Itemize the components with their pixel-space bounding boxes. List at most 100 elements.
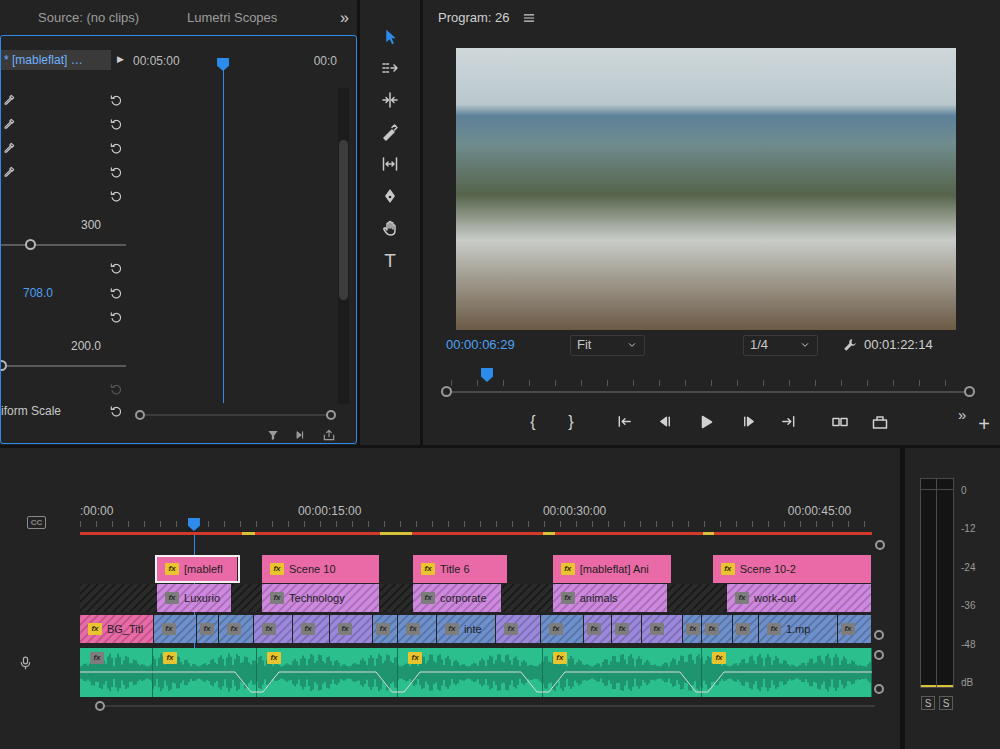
expand-button[interactable]: ▶ bbox=[117, 50, 124, 70]
fx-badge[interactable]: fx bbox=[162, 623, 176, 635]
zoom-dropdown[interactable]: Fit bbox=[570, 335, 645, 356]
video-clip[interactable]: fxTechnology bbox=[262, 584, 380, 612]
video-clip[interactable]: fx bbox=[733, 615, 759, 643]
reset-icon[interactable] bbox=[109, 141, 123, 155]
audio-clip[interactable]: fx bbox=[257, 648, 398, 697]
track-select-tool-icon[interactable] bbox=[381, 59, 399, 77]
razor-tool-icon[interactable] bbox=[381, 123, 399, 141]
scrollbar-thumb[interactable] bbox=[339, 140, 348, 300]
pen-tool-icon[interactable] bbox=[381, 187, 399, 205]
video-clip[interactable]: fxanimals bbox=[553, 584, 668, 612]
video-clip[interactable]: fx bbox=[541, 615, 584, 643]
transport-button[interactable]: { bbox=[523, 411, 543, 433]
transport-button[interactable] bbox=[738, 411, 758, 433]
tool-button[interactable] bbox=[376, 214, 404, 242]
fx-badge[interactable]: fx bbox=[408, 652, 422, 664]
eyedropper-icon[interactable] bbox=[2, 117, 16, 131]
scroll-handle[interactable] bbox=[135, 410, 145, 420]
video-clip[interactable]: fx[mableflat] Ani bbox=[553, 555, 672, 583]
reset-icon[interactable] bbox=[109, 310, 123, 324]
transport-button[interactable] bbox=[655, 411, 675, 433]
tool-button[interactable] bbox=[376, 150, 404, 178]
wrench-icon[interactable] bbox=[842, 337, 858, 353]
reset-icon[interactable] bbox=[109, 165, 123, 179]
audio-clip[interactable]: fx bbox=[702, 648, 872, 697]
microphone-icon[interactable] bbox=[18, 655, 33, 670]
fx-badge[interactable]: fx bbox=[227, 623, 241, 635]
audio-clip[interactable]: fx bbox=[398, 648, 543, 697]
fx-badge[interactable]: fx bbox=[406, 623, 420, 635]
captions-button[interactable]: CC bbox=[27, 516, 46, 529]
zoom-handle[interactable] bbox=[441, 386, 452, 397]
fx-badge[interactable]: fx bbox=[686, 623, 700, 635]
video-clip[interactable]: fxScene 10-2 bbox=[713, 555, 872, 583]
fx-badge[interactable]: fx bbox=[262, 623, 276, 635]
transport-button[interactable] bbox=[614, 411, 634, 433]
slider-track[interactable] bbox=[1, 355, 126, 377]
fx-badge[interactable]: fx bbox=[561, 592, 575, 604]
timeline-scrollbar[interactable] bbox=[0, 698, 900, 714]
fx-badge[interactable]: fx bbox=[587, 623, 601, 635]
audio-clip[interactable]: fx bbox=[543, 648, 702, 697]
slider-track[interactable] bbox=[1, 234, 126, 256]
video-clip[interactable]: fx1.mp bbox=[759, 615, 838, 643]
reset-icon[interactable] bbox=[109, 404, 123, 418]
video-clip[interactable]: fxLuxurio bbox=[157, 584, 232, 612]
fx-badge[interactable]: fx bbox=[376, 623, 390, 635]
filter-icon[interactable] bbox=[266, 428, 280, 442]
horizontal-scrollbar[interactable] bbox=[129, 404, 356, 426]
video-clip[interactable]: fx bbox=[838, 615, 872, 643]
video-clip[interactable]: fxScene 10 bbox=[262, 555, 380, 583]
zoom-handle[interactable] bbox=[875, 540, 885, 550]
fx-badge[interactable]: fx bbox=[338, 623, 352, 635]
video-clip[interactable]: fx bbox=[398, 615, 437, 643]
fx-badge[interactable]: fx bbox=[650, 623, 664, 635]
video-clip[interactable]: fx bbox=[154, 615, 197, 643]
playhead-handle[interactable] bbox=[188, 518, 200, 531]
fx-badge[interactable]: fx bbox=[705, 623, 719, 635]
fx-badge[interactable]: fx bbox=[615, 623, 629, 635]
fx-badge[interactable]: fx bbox=[735, 592, 749, 604]
hand-tool-icon[interactable] bbox=[381, 219, 399, 237]
tool-button[interactable] bbox=[376, 54, 404, 82]
eyedropper-icon[interactable] bbox=[2, 93, 16, 107]
tool-button[interactable] bbox=[376, 118, 404, 146]
reset-icon[interactable] bbox=[109, 189, 123, 203]
slider-knob[interactable] bbox=[25, 239, 36, 250]
fx-badge[interactable]: fx bbox=[721, 563, 735, 575]
video-clip[interactable]: fx[mablefl bbox=[155, 555, 240, 583]
vertical-scrollbar[interactable] bbox=[338, 88, 349, 404]
video-clip[interactable]: fx bbox=[197, 615, 219, 643]
fx-badge[interactable]: fx bbox=[267, 652, 281, 664]
video-clip[interactable]: fxwork-out bbox=[727, 584, 872, 612]
slip-tool-icon[interactable] bbox=[381, 155, 399, 173]
zoom-handle[interactable] bbox=[964, 386, 975, 397]
fx-badge[interactable]: fx bbox=[504, 623, 518, 635]
zoom-handle[interactable] bbox=[874, 650, 884, 660]
video-clip[interactable]: fx bbox=[496, 615, 541, 643]
play-audio-icon[interactable] bbox=[294, 428, 308, 442]
panel-tab[interactable]: Lumetri Scopes bbox=[187, 8, 277, 28]
tool-button[interactable] bbox=[376, 182, 404, 210]
fx-badge[interactable]: fx bbox=[767, 623, 781, 635]
overflow-button[interactable]: » bbox=[958, 404, 966, 427]
fx-badge[interactable]: fx bbox=[445, 623, 459, 635]
fx-badge[interactable]: fx bbox=[841, 623, 855, 635]
fx-badge[interactable]: fx bbox=[553, 652, 567, 664]
reset-icon[interactable] bbox=[109, 261, 123, 275]
fx-badge[interactable]: fx bbox=[165, 563, 179, 575]
menu-icon[interactable] bbox=[522, 11, 536, 25]
video-clip[interactable]: fx bbox=[293, 615, 330, 643]
fx-badge[interactable]: fx bbox=[88, 623, 102, 635]
time-ruler[interactable]: :00:0000:00:15:0000:00:30:0000:00:45:00 bbox=[80, 500, 872, 535]
tool-button[interactable] bbox=[376, 22, 404, 50]
type-tool-label[interactable]: T bbox=[384, 251, 396, 270]
property-value[interactable]: 708.0 bbox=[23, 284, 53, 302]
playhead-timecode[interactable]: 00:00:06:29 bbox=[446, 335, 570, 355]
tool-button[interactable] bbox=[376, 86, 404, 114]
zoom-handle[interactable] bbox=[874, 630, 884, 640]
fx-badge[interactable]: fx bbox=[736, 623, 750, 635]
video-clip[interactable]: fxBG_Titl bbox=[80, 615, 154, 643]
video-clip[interactable]: fx bbox=[683, 615, 702, 643]
video-clip[interactable]: fx bbox=[642, 615, 683, 643]
